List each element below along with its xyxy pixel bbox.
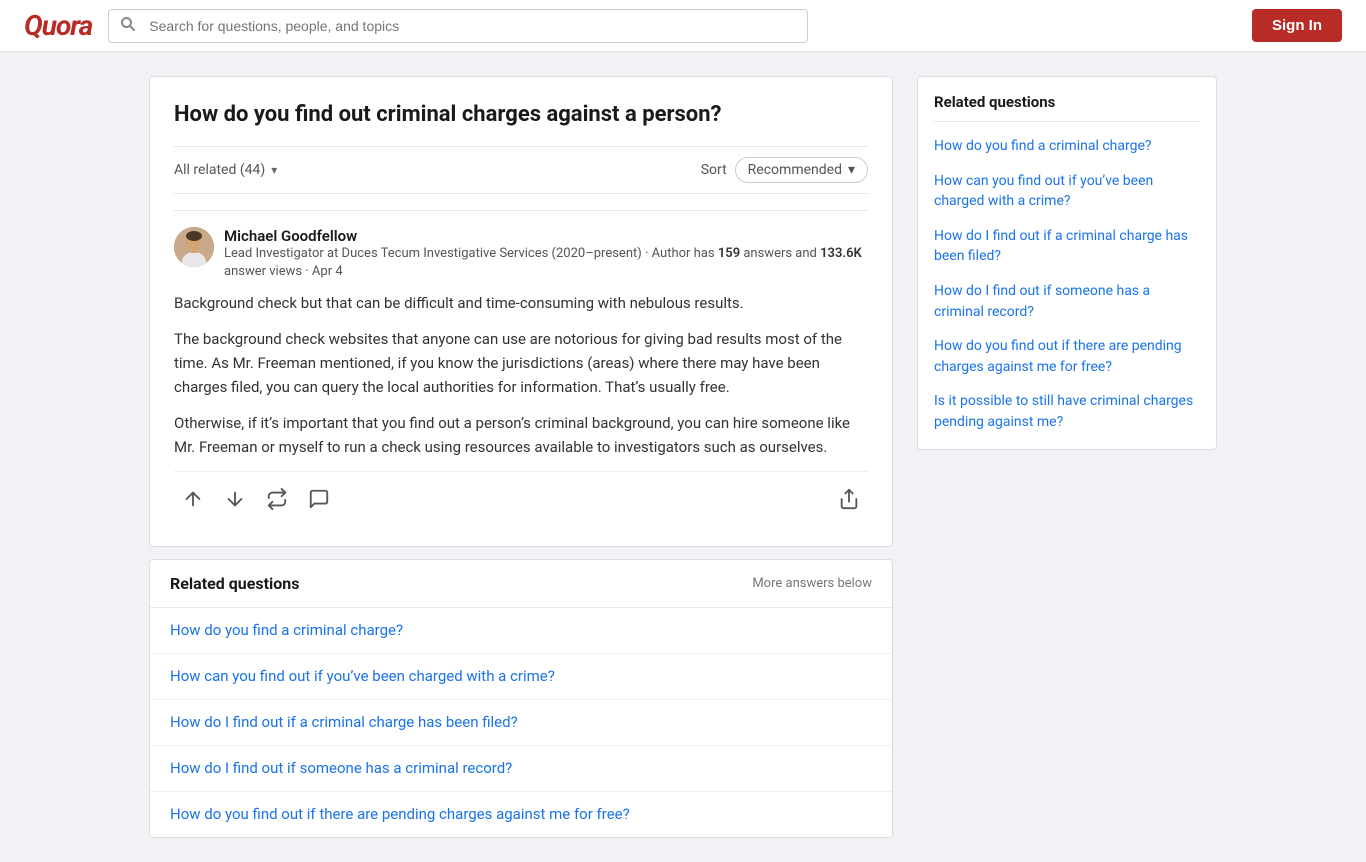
answer-text: Background check but that can be difficu… xyxy=(174,291,868,459)
downvote-icon xyxy=(224,488,246,510)
answer-count: 159 xyxy=(718,246,740,261)
related-inline-link[interactable]: How do you find a criminal charge? xyxy=(170,621,403,639)
related-inline-title: Related questions xyxy=(170,574,299,593)
author-meta-text: Lead Investigator at Duces Tecum Investi… xyxy=(224,246,718,261)
search-input[interactable] xyxy=(108,9,808,43)
sidebar-link[interactable]: How do I find out if a criminal charge h… xyxy=(934,228,1188,265)
view-count: 133.6K xyxy=(820,246,862,261)
header: Quora Sign In xyxy=(0,0,1366,52)
downvote-button[interactable] xyxy=(216,482,254,516)
answer-paragraph-3: Otherwise, if it’s important that you fi… xyxy=(174,411,868,459)
sort-label: Sort xyxy=(701,162,727,178)
answer-paragraph-1: Background check but that can be difficu… xyxy=(174,291,868,315)
sidebar-title: Related questions xyxy=(934,93,1200,122)
related-inline-link[interactable]: How do I find out if a criminal charge h… xyxy=(170,713,518,731)
sidebar-link[interactable]: Is it possible to still have criminal ch… xyxy=(934,393,1193,430)
answer-block: Michael Goodfellow Lead Investigator at … xyxy=(174,210,868,546)
sidebar-list-item: How do I find out if a criminal charge h… xyxy=(934,226,1200,267)
related-inline-item[interactable]: How do I find out if someone has a crimi… xyxy=(150,746,892,792)
sort-chevron-icon: ▾ xyxy=(848,162,855,178)
page-wrap: How do you find out criminal charges aga… xyxy=(133,52,1233,862)
answer-paragraph-2: The background check websites that anyon… xyxy=(174,327,868,399)
share-icon xyxy=(838,488,860,510)
search-icon xyxy=(120,16,136,36)
sidebar-list-item: How can you find out if you’ve been char… xyxy=(934,171,1200,212)
all-related-filter[interactable]: All related (44) ▾ xyxy=(174,162,277,178)
all-related-label: All related (44) xyxy=(174,162,265,178)
share-button[interactable] xyxy=(830,482,868,516)
related-inline-item[interactable]: How do you find a criminal charge? xyxy=(150,608,892,654)
header-right: Sign In xyxy=(1252,9,1342,42)
action-bar xyxy=(174,471,868,530)
quora-logo[interactable]: Quora xyxy=(24,9,92,42)
related-inline-card: Related questions More answers below How… xyxy=(149,559,893,838)
sidebar-list: How do you find a criminal charge? How ca… xyxy=(934,136,1200,433)
related-inline-item[interactable]: How can you find out if you’ve been char… xyxy=(150,654,892,700)
upvote-button[interactable] xyxy=(174,482,212,516)
repost-icon xyxy=(266,488,288,510)
sort-value: Recommended xyxy=(748,162,842,178)
question-card: How do you find out criminal charges aga… xyxy=(149,76,893,547)
sidebar-list-item: How do you find out if there are pending… xyxy=(934,336,1200,377)
repost-button[interactable] xyxy=(258,482,296,516)
related-inline-list: How do you find a criminal charge? How ca… xyxy=(150,608,892,837)
question-title: How do you find out criminal charges aga… xyxy=(174,101,868,130)
search-bar xyxy=(108,9,808,43)
comment-icon xyxy=(308,488,330,510)
author-meta-text3: answer views · Apr 4 xyxy=(224,264,343,279)
sign-in-button[interactable]: Sign In xyxy=(1252,9,1342,42)
upvote-icon xyxy=(182,488,204,510)
related-inline-link[interactable]: How do you find out if there are pending… xyxy=(170,805,630,823)
sort-dropdown[interactable]: Recommended ▾ xyxy=(735,157,868,183)
sort-section: Sort Recommended ▾ xyxy=(701,157,868,183)
sidebar-link[interactable]: How do you find out if there are pending… xyxy=(934,338,1182,375)
related-inline-header: Related questions More answers below xyxy=(150,560,892,608)
sidebar-list-item: How do I find out if someone has a crimi… xyxy=(934,281,1200,322)
sidebar-link[interactable]: How can you find out if you’ve been char… xyxy=(934,173,1153,210)
sidebar-list-item: Is it possible to still have criminal ch… xyxy=(934,391,1200,432)
sidebar-list-item: How do you find a criminal charge? xyxy=(934,136,1200,157)
chevron-down-icon: ▾ xyxy=(271,163,277,177)
related-inline-item[interactable]: How do you find out if there are pending… xyxy=(150,792,892,837)
sidebar: Related questions How do you find a crim… xyxy=(917,76,1217,450)
main-content: How do you find out criminal charges aga… xyxy=(149,76,893,838)
author-row: Michael Goodfellow Lead Investigator at … xyxy=(174,227,868,281)
filter-bar: All related (44) ▾ Sort Recommended ▾ xyxy=(174,146,868,194)
author-name[interactable]: Michael Goodfellow xyxy=(224,227,868,245)
related-inline-item[interactable]: How do I find out if a criminal charge h… xyxy=(150,700,892,746)
author-info: Michael Goodfellow Lead Investigator at … xyxy=(224,227,868,281)
more-answers-below: More answers below xyxy=(752,576,872,591)
related-inline-link[interactable]: How can you find out if you’ve been char… xyxy=(170,667,555,685)
author-meta-text2: answers and xyxy=(740,246,820,261)
comment-button[interactable] xyxy=(300,482,338,516)
sidebar-card: Related questions How do you find a crim… xyxy=(917,76,1217,450)
author-meta: Lead Investigator at Duces Tecum Investi… xyxy=(224,245,868,281)
avatar xyxy=(174,227,214,267)
sidebar-link[interactable]: How do you find a criminal charge? xyxy=(934,138,1152,154)
avatar-image xyxy=(174,227,214,267)
sidebar-link[interactable]: How do I find out if someone has a crimi… xyxy=(934,283,1150,320)
